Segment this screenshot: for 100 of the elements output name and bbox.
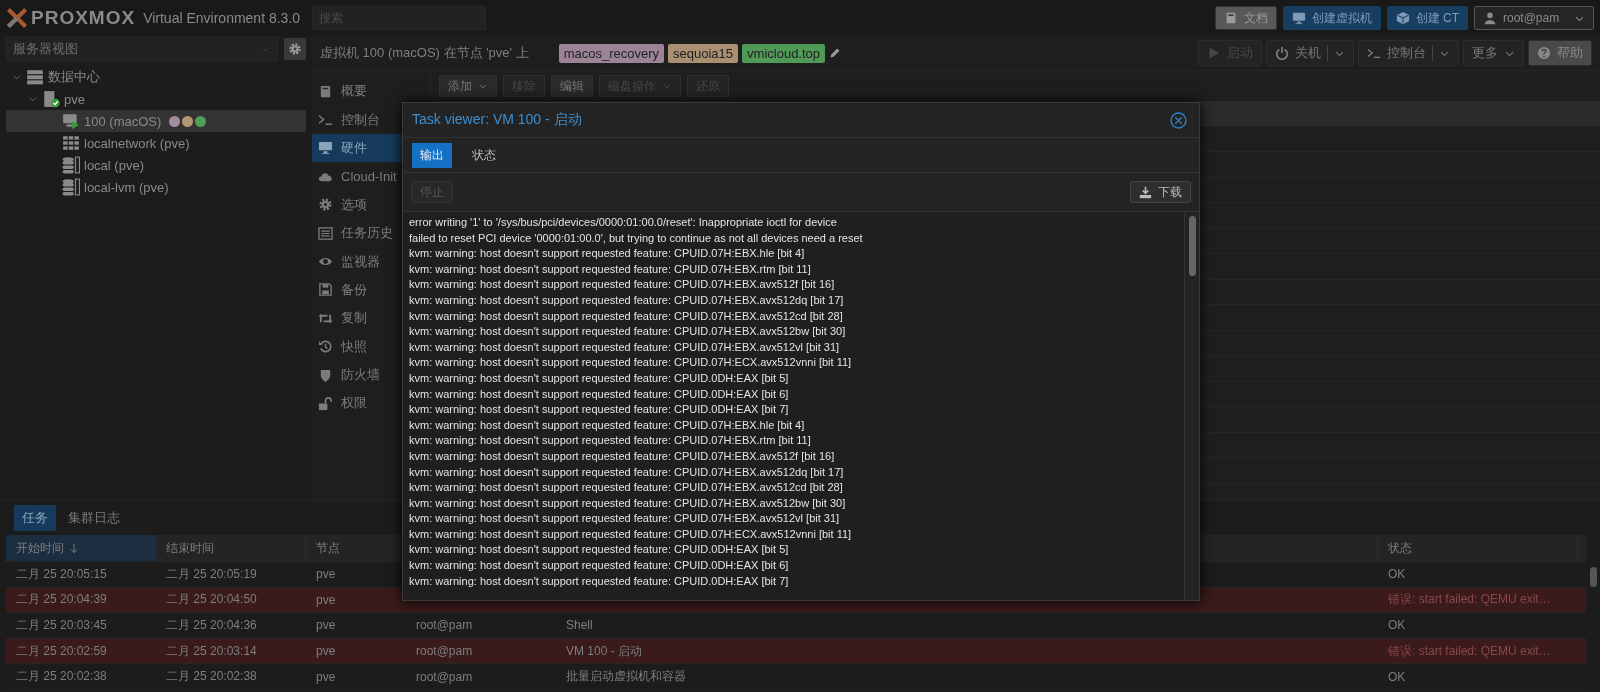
tree-item[interactable]: 100 (macOS) — [6, 110, 306, 132]
download-icon — [1139, 185, 1152, 199]
dialog-title: Task viewer: VM 100 - 启动 — [412, 111, 582, 129]
log-line: kvm: warning: host doesn't support requested feature: CPUID.07H:EBX.avx512dq [bit 17] — [409, 292, 845, 308]
monitor-play-icon — [62, 112, 80, 130]
menu-item[interactable]: 概要 — [312, 77, 430, 106]
tree-item[interactable]: local (pve) — [6, 154, 306, 176]
table-cell-text: pve — [315, 644, 337, 659]
monitor-icon — [318, 140, 333, 156]
user-menu-button[interactable]: root@pam — [1474, 6, 1594, 30]
grid-icon — [62, 134, 80, 152]
table-cell-text: pve — [315, 669, 337, 684]
settings-button[interactable] — [284, 38, 306, 60]
tree-item[interactable]: local-lvm (pve) — [6, 176, 306, 198]
table-cell-text: 二月 25 20:02:38 — [15, 668, 108, 686]
log-line: error writing '1' to '/sys/bus/pci/devices/0000:01:00.0/reset': Inappropriate ioctl for device — [409, 215, 838, 230]
list-icon — [318, 225, 333, 241]
table-cell-text: VM 100 - 启动 — [565, 642, 644, 660]
cube-icon — [1395, 11, 1410, 25]
log-line: kvm: warning: host doesn't support requested feature: CPUID.0DH:EAX [bit 6] — [409, 386, 790, 402]
terminal-icon — [318, 112, 333, 128]
task-row[interactable]: 二月 25 20:02:59 二月 25 20:03:14 pve root@pam VM 100 - 启动 错误: start failed: QEMU exit… — [6, 638, 1586, 665]
table-cell-text: root@pam — [415, 669, 474, 684]
database-icon — [62, 178, 80, 196]
toolbar-button[interactable]: 编辑 — [551, 75, 593, 97]
caret-icon — [261, 44, 271, 54]
terminal-icon — [1367, 46, 1381, 60]
log-line: kvm: warning: host doesn't support requested feature: CPUID.07H:EBX.avx512vl [bit 31] — [409, 339, 841, 355]
task-row[interactable]: 二月 25 20:03:45 二月 25 20:04:36 pve root@pam Shell OK — [6, 613, 1586, 639]
tab[interactable]: 集群日志 — [60, 505, 128, 531]
log-line: kvm: warning: host doesn't support requested feature: CPUID.07H:EBX.avx512f [bit 16] — [409, 448, 836, 464]
table-cell-text: 二月 25 20:02:38 — [165, 668, 258, 686]
more-button[interactable]: 更多 — [1463, 40, 1524, 66]
column-header[interactable]: 开始时间 — [6, 535, 156, 561]
settings-icon — [288, 42, 302, 56]
table-cell-text: 错误: start failed: QEMU exit… — [1387, 591, 1552, 609]
table-cell-text: OK — [1387, 618, 1407, 633]
settings-icon — [318, 197, 333, 213]
help-button[interactable]: 帮助 — [1528, 40, 1592, 66]
scrollbar-thumb[interactable] — [1188, 216, 1196, 276]
monitor-icon — [1291, 11, 1306, 25]
table-cell-text: Shell — [565, 618, 594, 633]
table-cell-text: pve — [315, 592, 337, 607]
shutdown-button[interactable]: 关机 — [1266, 40, 1354, 66]
log-line: kvm: warning: host doesn't support requested feature: CPUID.07H:EBX.avx512bw [bit 30] — [409, 324, 847, 340]
tag-label: macos_recovery — [558, 43, 665, 63]
column-header[interactable]: 状态 — [1378, 535, 1578, 561]
log-line: failed to reset PCI device '0000:01:00.0', but trying to continue as not all devices need a reset — [409, 230, 864, 246]
tree-item[interactable]: 数据中心 — [6, 66, 306, 88]
download-button[interactable]: 下载 — [1130, 181, 1191, 203]
table-cell-text: 二月 25 20:04:36 — [165, 617, 258, 634]
shield-icon — [318, 367, 333, 383]
x-logo-icon — [6, 7, 28, 29]
table-cell-text: 二月 25 20:02:59 — [15, 642, 108, 660]
log-line: kvm: warning: host doesn't support requested feature: CPUID.0DH:EAX [bit 5] — [409, 542, 790, 558]
create-vm-button[interactable]: 创建虚拟机 — [1282, 6, 1381, 30]
pencil-icon — [829, 47, 842, 59]
close-button[interactable] — [1170, 111, 1187, 129]
log-line: kvm: warning: host doesn't support requested feature: CPUID.07H:EBX.hle [bit 4] — [409, 246, 806, 262]
tree-item[interactable]: localnetwork (pve) — [6, 132, 306, 154]
view-selector[interactable]: 服务器视图 — [6, 37, 278, 61]
table-cell-text: pve — [315, 567, 337, 582]
chevron-icon — [28, 94, 38, 104]
table-cell-text: 二月 25 20:03:45 — [15, 617, 108, 634]
log-line: kvm: warning: host doesn't support requested feature: CPUID.07H:EBX.avx512cd [bit 28] — [409, 308, 844, 324]
task-row[interactable]: 二月 25 20:02:38 二月 25 20:02:38 pve root@pam 批量启动虚拟机和容器 OK — [6, 664, 1586, 690]
table-cell-text: OK — [1387, 567, 1407, 582]
table-cell-text: 二月 25 20:04:39 — [15, 591, 108, 609]
table-cell-text: OK — [1387, 669, 1407, 684]
tree-item[interactable]: pve — [6, 88, 306, 110]
log-line: kvm: warning: host doesn't support requested feature: CPUID.07H:EBX.rtm [bit 11] — [409, 433, 812, 449]
scrollbar-thumb[interactable] — [1589, 567, 1597, 587]
log-line: kvm: warning: host doesn't support requested feature: CPUID.07H:EBX.rtm [bit 11] — [409, 261, 812, 277]
docs-button[interactable]: 文档 — [1214, 6, 1277, 30]
log-line: kvm: warning: host doesn't support requested feature: CPUID.07H:ECX.avx512vnni [bit 11] — [409, 526, 853, 542]
history-icon — [318, 339, 333, 355]
tab[interactable]: 输出 — [412, 142, 452, 168]
column-header[interactable]: 结束时间 — [156, 535, 306, 561]
chevron-icon — [12, 72, 22, 82]
toolbar-button[interactable]: 添加 — [439, 75, 497, 97]
close-icon — [1170, 111, 1187, 129]
server-check-icon — [42, 90, 60, 108]
table-cell-text: 二月 25 20:04:50 — [165, 591, 258, 609]
log-line: kvm: warning: host doesn't support requested feature: CPUID.0DH:EAX [bit 6] — [409, 558, 790, 574]
tag-label: vmicloud.top — [742, 43, 826, 63]
caret-icon — [662, 81, 672, 91]
log-line: kvm: warning: host doesn't support requested feature: CPUID.07H:EBX.avx512bw [bit 30] — [409, 495, 847, 511]
user-icon — [1483, 11, 1497, 25]
table-cell-text: root@pam — [415, 618, 474, 633]
table-cell-text: 批量启动虚拟机和容器 — [565, 668, 687, 686]
unlock-icon — [318, 396, 333, 411]
edit-tags-button[interactable] — [829, 47, 842, 59]
console-button[interactable]: 控制台 — [1358, 40, 1459, 66]
log-line: kvm: warning: host doesn't support requested feature: CPUID.0DH:EAX [bit 5] — [409, 370, 790, 386]
table-cell-text: 二月 25 20:05:15 — [15, 565, 108, 583]
tab[interactable]: 任务 — [14, 505, 56, 531]
tag-label: sequoia15 — [668, 43, 739, 63]
log-line: kvm: warning: host doesn't support requested feature: CPUID.0DH:EAX [bit 7] — [409, 573, 790, 589]
create-ct-button[interactable]: 创建 CT — [1386, 6, 1468, 30]
tab[interactable]: 状态 — [464, 142, 504, 168]
